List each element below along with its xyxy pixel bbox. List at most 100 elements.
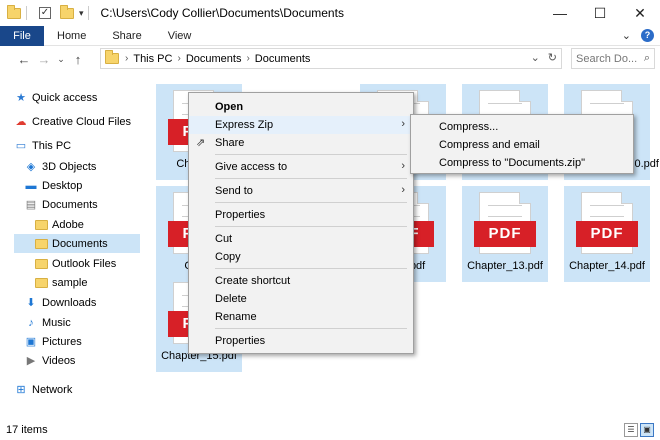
- network-icon: ⊞: [16, 384, 26, 396]
- file-name: Chapter_13.pdf: [467, 260, 543, 272]
- sidebar-item-3d-objects[interactable]: ◈ 3D Objects: [14, 157, 140, 176]
- menu-item-properties[interactable]: Properties: [189, 332, 413, 350]
- menu-separator: [215, 328, 407, 329]
- forward-button[interactable]: →: [34, 52, 54, 67]
- menu-item-give-access[interactable]: Give access to ›: [189, 158, 413, 176]
- breadcrumb-documents[interactable]: Documents: [186, 53, 242, 65]
- back-button[interactable]: ←: [14, 52, 34, 67]
- expand-ribbon-icon[interactable]: ⌄: [622, 29, 631, 42]
- sidebar-item-quick-access[interactable]: ★ Quick access: [14, 88, 140, 107]
- menu-item-delete[interactable]: Delete: [189, 290, 413, 308]
- menu-item-compress[interactable]: Compress...: [411, 118, 633, 136]
- menu-item-label: Give access to: [215, 161, 288, 173]
- menu-item-send-to[interactable]: Send to ›: [189, 182, 413, 200]
- up-button[interactable]: ↑: [68, 52, 88, 67]
- window-title: C:\Users\Cody Collier\Documents\Document…: [100, 6, 344, 20]
- sidebar-item-label: Music: [42, 316, 71, 329]
- item-count: 17 items: [6, 424, 48, 436]
- sidebar-item-label: Documents: [52, 237, 108, 250]
- search-input[interactable]: Search Do... ⌕: [571, 48, 655, 69]
- sidebar-item-label: sample: [52, 276, 88, 289]
- sidebar-item-videos[interactable]: ▶ Videos: [14, 351, 140, 370]
- sidebar-item-documents-sub[interactable]: Documents: [14, 234, 140, 253]
- menu-item-compress-and-email[interactable]: Compress and email: [411, 136, 633, 154]
- folder-icon: [105, 50, 119, 64]
- file-tile[interactable]: PDF Chapter_14.pdf: [564, 186, 650, 282]
- tab-view[interactable]: View: [155, 30, 205, 42]
- sidebar-item-creative-cloud[interactable]: ☁ Creative Cloud Files: [14, 112, 140, 131]
- 3d-objects-icon: ◈: [26, 161, 36, 173]
- breadcrumb-documents-current[interactable]: Documents: [255, 53, 311, 65]
- sidebar-item-sample[interactable]: sample: [14, 273, 140, 292]
- express-zip-submenu: Compress... Compress and email Compress …: [410, 114, 634, 174]
- ribbon-tabs: File Home Share View ⌄ ?: [0, 25, 660, 46]
- music-icon: ♪: [28, 316, 34, 329]
- search-placeholder: Search Do...: [576, 52, 638, 65]
- menu-item-open[interactable]: Open: [189, 98, 413, 116]
- menu-item-copy[interactable]: Copy: [189, 248, 413, 266]
- submenu-arrow-icon: ›: [401, 118, 405, 130]
- recent-locations-icon[interactable]: ⌄: [54, 54, 68, 65]
- breadcrumb-separator[interactable]: ›: [246, 53, 249, 64]
- new-folder-icon[interactable]: [59, 4, 75, 21]
- help-icon[interactable]: ?: [641, 29, 654, 42]
- menu-separator: [215, 268, 407, 269]
- breadcrumb-separator: ›: [125, 53, 129, 64]
- sidebar-item-label: Adobe: [52, 218, 84, 231]
- sidebar-item-downloads[interactable]: ⬇ Downloads: [14, 293, 140, 312]
- menu-item-express-zip[interactable]: Express Zip ›: [189, 116, 413, 134]
- large-icons-view-icon[interactable]: ▣: [640, 423, 654, 437]
- folder-icon: [34, 218, 48, 232]
- menu-item-properties-top[interactable]: Properties: [189, 206, 413, 224]
- sidebar-item-documents[interactable]: ▤ Documents: [14, 195, 140, 214]
- address-row: ← → ⌄ ↑ › This PC › Documents › Document…: [0, 46, 660, 72]
- desktop-icon: ▬: [25, 179, 37, 192]
- sidebar-item-label: Desktop: [42, 179, 83, 192]
- sidebar-item-this-pc[interactable]: ▭ This PC: [14, 136, 140, 155]
- sidebar-item-label: This PC: [32, 139, 72, 152]
- tab-home[interactable]: Home: [44, 30, 99, 42]
- sidebar-item-label: Pictures: [42, 335, 82, 348]
- menu-separator: [215, 226, 407, 227]
- menu-item-rename[interactable]: Rename: [189, 308, 413, 326]
- quick-access-dropdown-icon[interactable]: ▾: [79, 8, 84, 19]
- sidebar-item-adobe[interactable]: Adobe: [14, 215, 140, 234]
- menu-item-compress-to-zip[interactable]: Compress to "Documents.zip": [411, 154, 633, 172]
- pdf-file-icon: PDF: [576, 192, 638, 254]
- menu-item-label: Send to: [215, 185, 253, 197]
- address-bar[interactable]: › This PC › Documents › Documents ⌄ ↻: [100, 48, 562, 69]
- address-dropdown-icon[interactable]: ⌄: [531, 51, 540, 64]
- status-bar: 17 items ☰ ▣: [0, 420, 660, 440]
- navigation-pane: ★ Quick access ☁ Creative Cloud Files ▭ …: [14, 80, 140, 410]
- sidebar-item-label: Videos: [42, 354, 76, 367]
- sidebar-item-network[interactable]: ⊞ Network: [14, 380, 140, 399]
- sidebar-item-music[interactable]: ♪ Music: [14, 313, 140, 332]
- documents-icon: ▤: [25, 199, 37, 211]
- file-name: Chapter_14.pdf: [569, 260, 645, 272]
- maximize-button[interactable]: ☐: [580, 0, 620, 26]
- breadcrumb-separator[interactable]: ›: [177, 53, 180, 64]
- menu-item-label: Express Zip: [215, 119, 274, 131]
- menu-item-create-shortcut[interactable]: Create shortcut: [189, 272, 413, 290]
- sidebar-item-desktop[interactable]: ▬ Desktop: [14, 176, 140, 195]
- sidebar-item-label: Quick access: [32, 91, 98, 104]
- menu-item-share[interactable]: ⇗ Share: [189, 134, 413, 152]
- search-icon: ⌕: [643, 52, 650, 64]
- menu-item-cut[interactable]: Cut: [189, 230, 413, 248]
- sidebar-item-pictures[interactable]: ▣ Pictures: [14, 332, 140, 351]
- minimize-button[interactable]: —: [540, 0, 580, 26]
- file-tile[interactable]: PDF Chapter_13.pdf: [462, 186, 548, 282]
- tab-file[interactable]: File: [0, 25, 44, 46]
- folder-icon: [34, 257, 48, 271]
- sidebar-item-outlook-files[interactable]: Outlook Files: [14, 254, 140, 273]
- details-view-icon[interactable]: ☰: [624, 423, 638, 437]
- divider: [87, 6, 89, 20]
- properties-check-icon[interactable]: ✓: [37, 5, 53, 21]
- refresh-icon[interactable]: ↻: [548, 51, 557, 64]
- breadcrumb-this-pc[interactable]: This PC: [133, 53, 172, 65]
- tab-share[interactable]: Share: [99, 30, 154, 42]
- close-button[interactable]: ✕: [620, 0, 660, 26]
- videos-icon: ▶: [26, 355, 36, 367]
- divider: [26, 6, 27, 20]
- pdf-file-icon: PDF: [474, 192, 536, 254]
